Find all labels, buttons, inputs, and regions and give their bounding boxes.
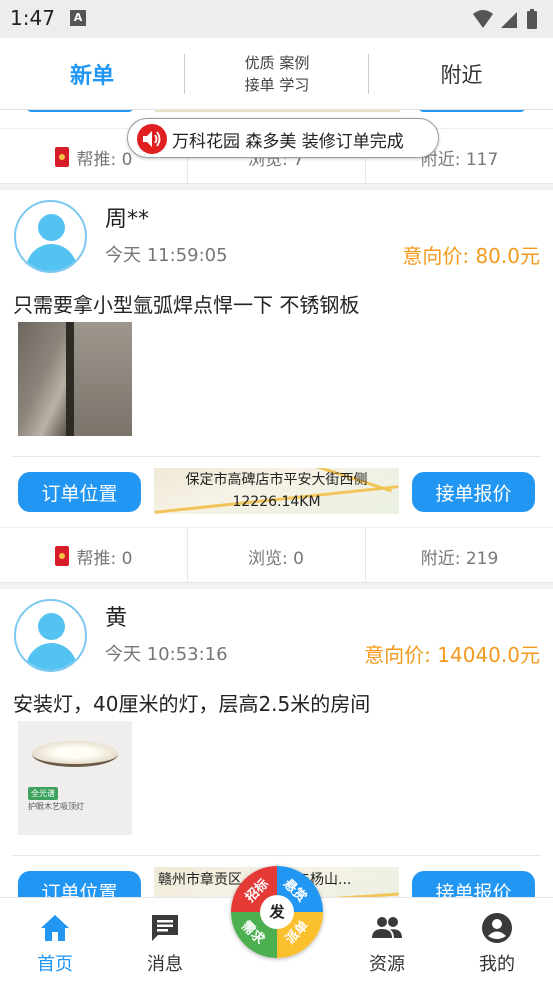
order-list[interactable]: 帮推: 0 浏览: 7 附近: 117 周** 今天 11:59:05 意向价:…	[0, 110, 553, 897]
post-time: 今天 11:59:05	[105, 245, 228, 266]
tab-mid-line1: 优质 案例	[244, 54, 310, 72]
home-icon	[41, 915, 69, 941]
order-photo[interactable]: 全光谱 护眼木艺吸顶灯	[18, 721, 132, 835]
stat-recommend[interactable]: 帮推: 0	[0, 528, 187, 584]
tab-divider	[368, 54, 369, 94]
quote-button[interactable]: 接单报价	[412, 472, 535, 512]
stats-row: 帮推: 0 浏览: 0 附近: 219	[0, 527, 553, 584]
stat-nearby: 附近: 219	[420, 548, 499, 569]
nav-mine[interactable]: 我的	[442, 898, 552, 984]
customer-name: 周**	[105, 207, 150, 232]
post-time: 今天 10:53:16	[105, 644, 228, 665]
notice-text: 万科花园 森多美 装修订单完成	[172, 132, 404, 152]
tab-new-orders[interactable]: 新单	[0, 38, 184, 110]
nav-label: 首页	[37, 954, 73, 975]
customer-name: 黄	[105, 606, 128, 631]
map-address: 保定市高碑店市平安大街西侧	[185, 472, 368, 488]
prev-map-thumbnail[interactable]	[155, 110, 400, 112]
nav-label: 我的	[479, 954, 515, 975]
battery-icon	[527, 11, 537, 29]
system-icons	[473, 9, 537, 29]
people-icon	[372, 917, 402, 938]
quote-button[interactable]: 接单报价	[412, 871, 535, 897]
nav-home[interactable]: 首页	[0, 898, 110, 984]
avatar	[14, 599, 87, 672]
red-envelope-icon	[54, 546, 69, 566]
map-distance: 12226.14KM	[232, 494, 321, 510]
order-photo[interactable]	[18, 322, 132, 436]
top-tab-bar: 新单 优质 案例 接单 学习 附近	[0, 38, 553, 110]
wifi-icon	[473, 10, 493, 28]
prev-location-button[interactable]	[26, 110, 134, 112]
account-icon	[482, 913, 512, 943]
speaker-icon	[137, 124, 167, 154]
message-icon	[152, 915, 178, 941]
tab-divider	[184, 54, 185, 94]
order-location-button[interactable]: 订单位置	[18, 472, 141, 512]
order-notice-banner[interactable]: 万科花园 森多美 装修订单完成	[127, 118, 439, 158]
tab-cases-learning[interactable]: 优质 案例 接单 学习	[186, 38, 368, 110]
status-bar: 1:47 A	[0, 0, 553, 38]
publish-fab[interactable]: 招标 悬赏 需求 派单 发	[231, 866, 323, 958]
red-envelope-icon	[54, 147, 69, 167]
tab-nearby[interactable]: 附近	[370, 38, 553, 110]
order-location-button[interactable]: 订单位置	[18, 871, 141, 897]
avatar	[14, 200, 87, 273]
signal-icon	[501, 12, 517, 28]
image-tag: 全光谱	[28, 787, 58, 800]
notification-a-icon: A	[70, 10, 86, 26]
nav-label: 资源	[369, 954, 405, 975]
status-time: 1:47	[10, 6, 55, 30]
order-description: 安装灯，40厘米的灯，层高2.5米的房间	[13, 692, 371, 716]
stat-views: 浏览: 0	[248, 548, 304, 569]
map-thumbnail[interactable]: 保定市高碑店市平安大街西侧 12226.14KM	[154, 468, 399, 514]
fab-center-label[interactable]: 发	[260, 895, 294, 929]
intended-price: 意向价: 14040.0元	[364, 643, 540, 667]
tab-mid-line2: 接单 学习	[244, 76, 310, 94]
nav-label: 消息	[147, 954, 183, 975]
intended-price: 意向价: 80.0元	[402, 244, 540, 268]
nav-resources[interactable]: 资源	[332, 898, 442, 984]
nav-messages[interactable]: 消息	[110, 898, 220, 984]
order-description: 只需要拿小型氩弧焊点悍一下 不锈钢板	[13, 293, 360, 317]
image-caption: 护眼木艺吸顶灯	[28, 802, 84, 811]
prev-quote-button[interactable]	[418, 110, 526, 112]
ceiling-lamp-image	[32, 741, 118, 767]
map-address: 赣州市章贡区	[158, 872, 242, 888]
